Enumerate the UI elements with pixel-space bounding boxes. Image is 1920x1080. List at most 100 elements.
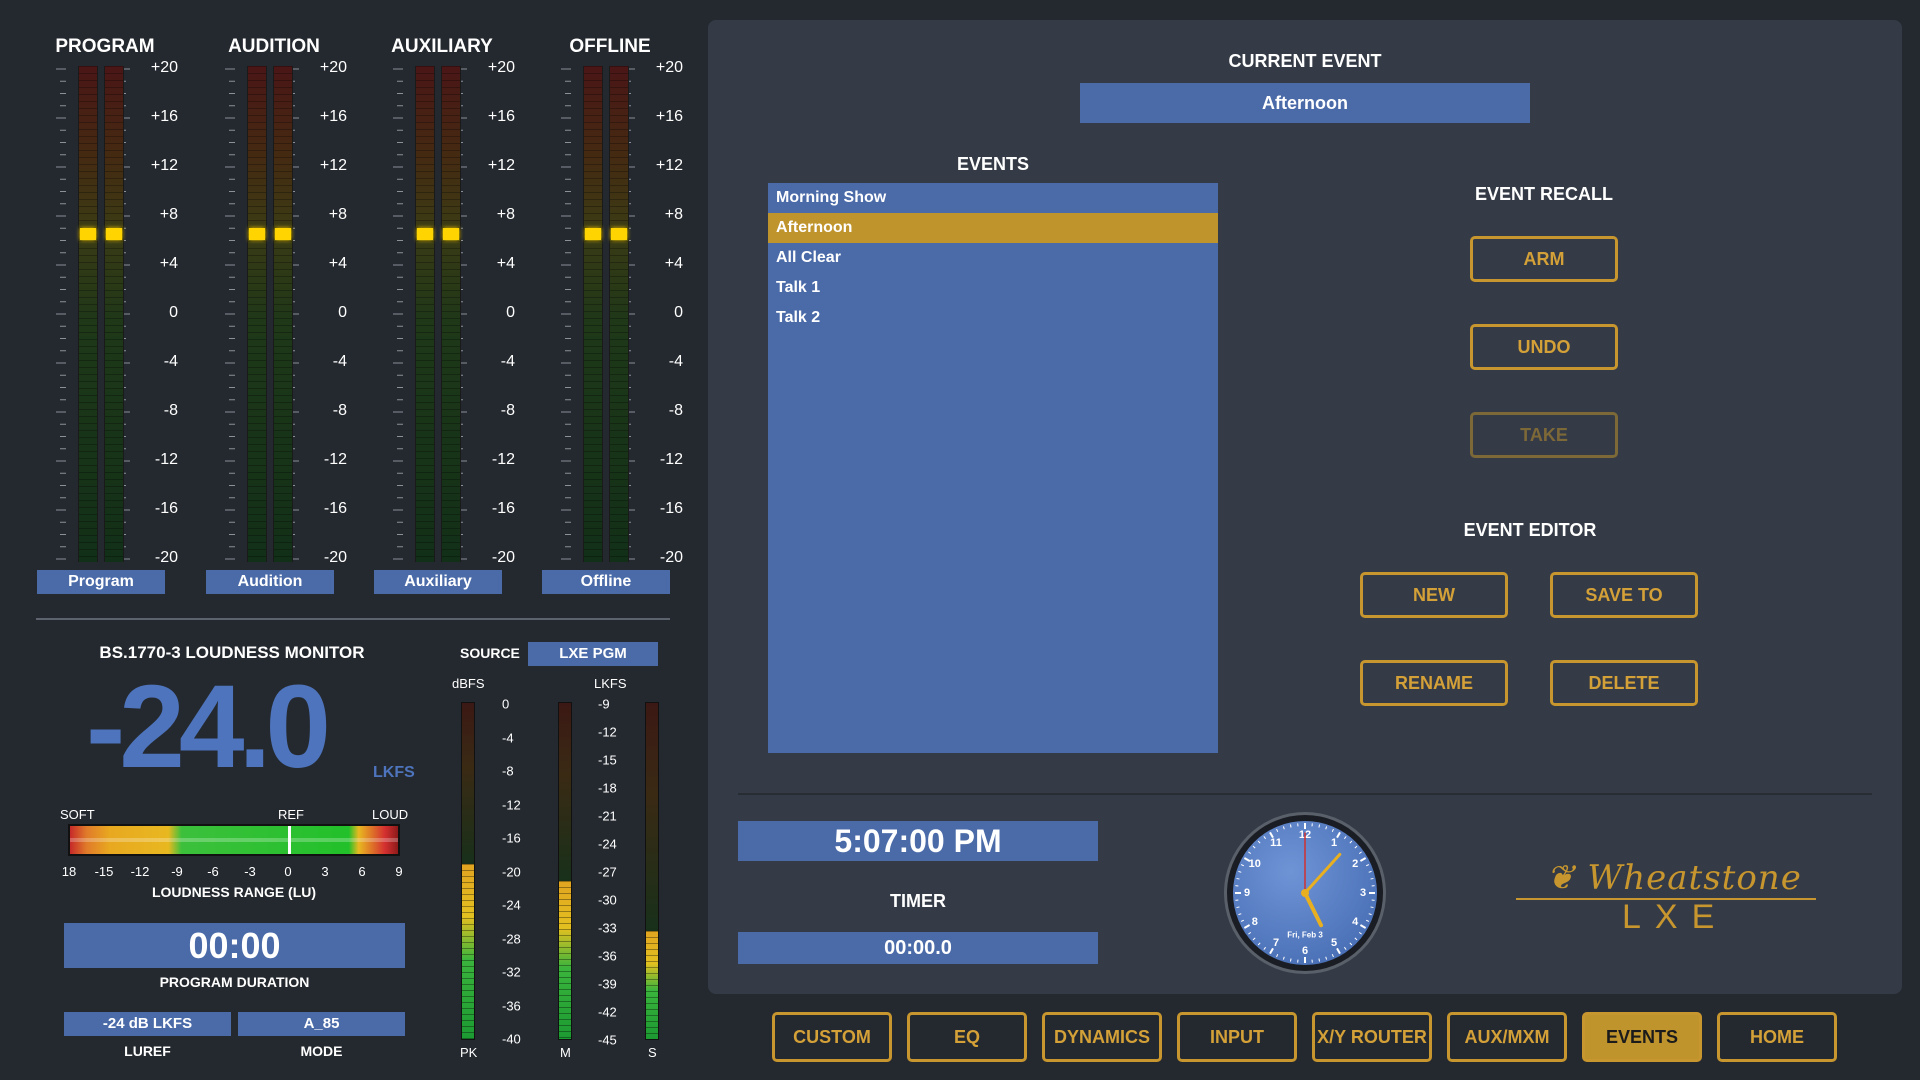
meter-scale-label: -20 (491, 549, 515, 566)
luref-label: LUREF (124, 1043, 171, 1059)
meter-scale-label: +8 (328, 206, 347, 223)
meter-scale-label: -4 (332, 353, 347, 370)
meter-scale-label: -16 (491, 500, 515, 517)
pk-meter (461, 702, 475, 1040)
meter-scale: +20 +16 +12 +8 +4 0 -4 -8 -12 -16 -20 (465, 59, 515, 566)
meter-scale-label: -4 (500, 353, 515, 370)
dbfs-scale-label: 0 (502, 696, 510, 712)
timer-display: 00:00.0 (738, 932, 1098, 964)
luref-value: -24 dB LKFS (64, 1012, 231, 1036)
events-list[interactable]: Morning Show Afternoon All Clear Talk 1 Talk… (768, 183, 1218, 753)
peak-indicator (611, 228, 627, 240)
event-list-item[interactable]: Morning Show (768, 183, 1218, 213)
channel-label-program[interactable]: Program (37, 570, 165, 594)
meter-scale: +20 +16 +12 +8 +4 0 -4 -8 -12 -16 -20 (633, 59, 683, 566)
lkfs-scale-label: -18 (598, 780, 617, 796)
nav-button-x-y-router[interactable]: X/Y ROUTER (1312, 1012, 1432, 1062)
event-list-item[interactable]: Afternoon (768, 213, 1218, 243)
rename-button[interactable]: RENAME (1360, 660, 1508, 706)
loud-label: LOUD (372, 807, 409, 822)
nav-button-eq[interactable]: EQ (907, 1012, 1027, 1062)
new-button[interactable]: NEW (1360, 572, 1508, 618)
meter-scale-label: -20 (323, 549, 347, 566)
arm-button[interactable]: ARM (1470, 236, 1618, 282)
meter-bar (104, 66, 124, 562)
event-editor-title: EVENT EDITOR (1463, 520, 1597, 540)
meter-scale-label: +12 (319, 157, 347, 174)
channel-label-auxiliary[interactable]: Auxiliary (374, 570, 502, 594)
meter-scale-label: +16 (319, 108, 347, 125)
undo-button[interactable]: UNDO (1470, 324, 1618, 370)
meter-scale-label: 0 (506, 304, 515, 321)
lkfs-scale-label: -15 (598, 752, 617, 768)
minute-hand (1303, 852, 1342, 895)
loudness-unit: LKFS (373, 764, 415, 781)
meter-scale-label: -12 (659, 451, 683, 468)
nav-button-dynamics[interactable]: DYNAMICS (1042, 1012, 1162, 1062)
dbfs-label: dBFS (452, 676, 485, 691)
lkfs-scale-label: -45 (598, 1032, 617, 1048)
meter-title-offline: OFFLINE (569, 36, 651, 57)
m-meter (558, 702, 572, 1040)
source-select[interactable]: LXE PGM (528, 642, 658, 666)
meter-scale: +20 +16 +12 +8 +4 0 -4 -8 -12 -16 -20 (297, 59, 347, 566)
meter-scale-label: +20 (655, 59, 683, 76)
logo-model: LXE (1622, 898, 1729, 936)
pk-label: PK (460, 1045, 478, 1060)
program-duration-value: 00:00 (64, 923, 405, 968)
peak-indicator (249, 228, 265, 240)
meter-title-audition: AUDITION (228, 36, 320, 57)
loudness-range-label: LOUDNESS RANGE (LU) (151, 884, 317, 900)
dbfs-scale-label: -8 (502, 763, 514, 779)
delete-button[interactable]: DELETE (1550, 660, 1698, 706)
event-list-item[interactable]: All Clear (768, 243, 1218, 273)
logo-brand: Wheatstone (1587, 858, 1802, 898)
meter-bar (583, 66, 603, 562)
save-to-button[interactable]: SAVE TO (1550, 572, 1698, 618)
meter-scale-label: +8 (664, 206, 683, 223)
channel-label-audition[interactable]: Audition (206, 570, 334, 594)
peak-indicator (275, 228, 291, 240)
nav-button-events[interactable]: EVENTS (1582, 1012, 1702, 1062)
meter-scale-label: -16 (323, 500, 347, 517)
event-list-item[interactable]: Talk 2 (768, 303, 1218, 333)
nav-button-home[interactable]: HOME (1717, 1012, 1837, 1062)
meter-scale-label: +4 (664, 255, 683, 272)
nav-button-custom[interactable]: CUSTOM (772, 1012, 892, 1062)
meter-title-program: PROGRAM (55, 36, 155, 57)
nav-button-aux-mxm[interactable]: AUX/MXM (1447, 1012, 1567, 1062)
meter-scale-label: +12 (150, 157, 178, 174)
meter-scale-label: +8 (496, 206, 515, 223)
nav-button-input[interactable]: INPUT (1177, 1012, 1297, 1062)
range-scale-label: -12 (130, 864, 150, 879)
current-event-value: Afternoon (1080, 83, 1530, 123)
range-scale-label: -6 (207, 864, 219, 879)
meter-scale-label: -16 (659, 500, 683, 517)
peak-indicator (417, 228, 433, 240)
s-meter (645, 702, 659, 1040)
meter-scale-label: 0 (338, 304, 347, 321)
lkfs-scale-label: -30 (598, 892, 617, 908)
source-label: SOURCE (460, 645, 520, 661)
lkfs-scale-label: -36 (598, 948, 617, 964)
time-display: 5:07:00 PM (738, 821, 1098, 861)
s-label: S (648, 1045, 657, 1060)
loudness-value: -24.0 (86, 661, 331, 793)
event-list-item[interactable]: Talk 1 (768, 273, 1218, 303)
dbfs-scale-label: -24 (502, 897, 521, 913)
channel-label-offline[interactable]: Offline (542, 570, 670, 594)
lkfs-scale-label: -24 (598, 836, 617, 852)
dbfs-scale-label: -16 (502, 830, 521, 846)
lkfs-scale-label: -42 (598, 1004, 617, 1020)
meter-bar (273, 66, 293, 562)
ref-marker (288, 826, 291, 854)
ref-label: REF (278, 807, 304, 822)
take-button[interactable]: TAKE (1470, 412, 1618, 458)
loudness-range-bar (68, 824, 400, 856)
meter-scale-label: +4 (496, 255, 515, 272)
peak-indicator (106, 228, 122, 240)
meter-scale-label: -20 (154, 549, 178, 566)
meter-scale-label: -4 (163, 353, 178, 370)
dbfs-scale-label: -32 (502, 964, 521, 980)
current-event-title: CURRENT EVENT (1228, 51, 1382, 71)
